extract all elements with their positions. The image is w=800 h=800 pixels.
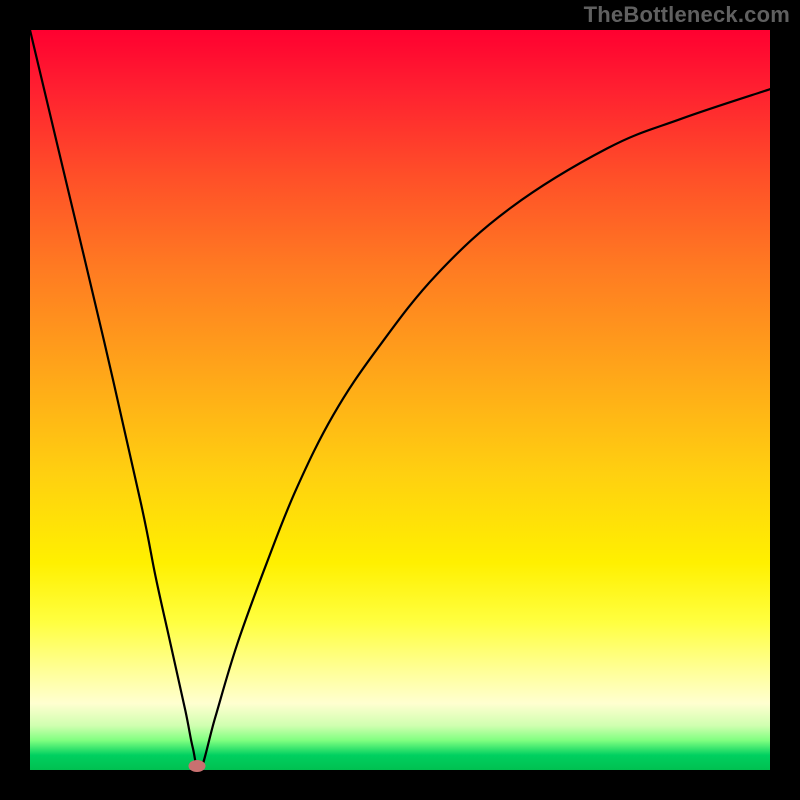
curve-line (30, 30, 770, 770)
plot-area (30, 30, 770, 770)
curve-svg (30, 30, 770, 770)
watermark-text: TheBottleneck.com (584, 2, 790, 28)
data-marker (188, 760, 205, 772)
chart-frame: TheBottleneck.com (0, 0, 800, 800)
